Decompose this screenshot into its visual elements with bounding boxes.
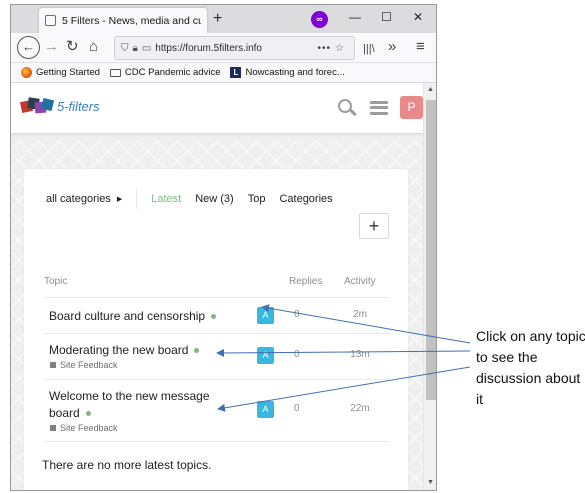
shield-icon[interactable]: ⛉ [121,43,129,54]
topic-list-card: all categories ▶ Latest New (3) Top Cate… [24,169,408,490]
tab-strip: 5 Filters - News, media and cu + ∞ — ☐ ✕ [11,5,436,33]
logo-wordmark: 5-filters [57,98,100,114]
table-row[interactable]: Welcome to the new message board Site Fe… [44,380,390,442]
table-row[interactable]: Moderating the new board Site Feedback A… [44,334,390,380]
logo-tiles-icon [19,96,55,116]
bookmark-label: Nowcasting and forec... [245,67,345,78]
scroll-up-icon[interactable]: ▲ [427,86,434,93]
bookmark-label: CDC Pandemic advice [124,67,221,78]
topic-title-text[interactable]: Board culture and censorship [49,309,205,323]
reload-button[interactable]: ↻ [66,37,79,57]
address-bar[interactable]: ⛉ 🔒︎ ▭ https://forum.5filters.info ••• ☆ [114,36,355,60]
folder-icon [109,68,121,77]
category-badge[interactable]: Site Feedback [50,360,118,370]
topic-title-link[interactable]: Welcome to the new message board [49,388,227,422]
page-actions-button[interactable]: ••• [318,43,332,54]
page-content: 5-filters P all categories ▶ Latest New … [11,83,423,490]
scrollbar-thumb[interactable] [426,100,436,400]
private-browsing-icon: ∞ [311,11,328,28]
bookmarks-toolbar: Getting Started CDC Pandemic advice L No… [11,63,436,83]
permissions-icon[interactable]: ▭ [142,43,151,54]
topic-title-link[interactable]: Board culture and censorship [49,308,217,325]
lock-icon[interactable]: 🔒︎ [133,43,138,54]
user-avatar[interactable]: P [400,96,423,119]
library-button[interactable]: |||\ [363,39,375,59]
category-color-icon [50,362,56,368]
search-icon[interactable] [338,98,357,117]
minimize-button[interactable]: — [349,10,361,24]
category-dropdown[interactable]: all categories ▶ [46,189,138,209]
bookmark-label: Getting Started [36,67,100,78]
scroll-down-icon[interactable]: ▼ [427,479,434,486]
firefox-icon [21,67,32,78]
table-row[interactable]: Board culture and censorship A 0 2m [44,298,390,334]
tab-top[interactable]: Top [248,193,266,205]
close-window-button[interactable]: ✕ [413,10,423,24]
tab-categories[interactable]: Categories [279,193,332,205]
activity-time[interactable]: 22m [342,403,378,414]
no-more-topics-message: There are no more latest topics. [42,458,212,472]
browser-tab[interactable]: 5 Filters - News, media and cu [39,8,207,33]
category-color-icon [50,425,56,431]
bookmark-getting-started[interactable]: Getting Started [21,67,100,78]
app-menu-button[interactable]: ≡ [416,37,425,57]
category-label: Site Feedback [60,360,118,370]
unread-dot-icon [194,348,200,354]
category-label: Site Feedback [60,423,118,433]
site-header: 5-filters P [11,83,423,133]
table-header: Topic Replies Activity [44,274,390,298]
activity-time[interactable]: 2m [342,309,378,320]
poster-avatar[interactable]: A [257,307,274,324]
page-favicon-icon [45,15,56,26]
header-topic[interactable]: Topic [44,276,67,287]
bookmark-star-icon[interactable]: ☆ [335,43,344,54]
poster-avatar[interactable]: A [257,401,274,418]
url-text[interactable]: https://forum.5filters.info [155,43,317,54]
caret-right-icon: ▶ [116,196,123,203]
topic-title-text[interactable]: Moderating the new board [49,343,188,357]
replies-count: 0 [294,309,300,320]
poster-avatar[interactable]: A [257,347,274,364]
back-button[interactable]: ← [17,36,40,59]
hamburger-menu-icon[interactable] [370,100,388,115]
replies-count: 0 [294,403,300,414]
bookmark-cdc-pandemic-advice[interactable]: CDC Pandemic advice [109,67,221,78]
unread-dot-icon [85,411,91,417]
header-icons: P [338,96,423,119]
topic-title-link[interactable]: Moderating the new board [49,342,200,359]
header-activity[interactable]: Activity [344,276,376,287]
category-badge[interactable]: Site Feedback [50,423,118,433]
overflow-button[interactable]: » [388,37,396,57]
annotation-callout: Click on any topic to see the discussion… [476,328,585,407]
bookmark-nowcasting[interactable]: L Nowcasting and forec... [230,67,345,78]
create-topic-button[interactable]: + [359,213,389,239]
navigation-pills: all categories ▶ Latest New (3) Top Cate… [46,189,333,209]
vertical-scrollbar[interactable]: ▲ ▼ [423,83,436,490]
unread-dot-icon [211,314,217,320]
tab-latest[interactable]: Latest [151,193,181,205]
activity-time[interactable]: 13m [342,349,378,360]
tab-title: 5 Filters - News, media and cu [62,14,201,27]
header-replies[interactable]: Replies [289,276,322,287]
navigation-toolbar: ← → ↻ ⌂ ⛉ 🔒︎ ▭ https://forum.5filters.in… [11,33,436,63]
replies-count: 0 [294,349,300,360]
category-dropdown-label: all categories [46,193,111,205]
topic-title-text[interactable]: Welcome to the new message board [49,389,210,420]
tab-new[interactable]: New (3) [195,193,234,205]
new-tab-button[interactable]: + [213,10,222,28]
home-button[interactable]: ⌂ [89,37,98,57]
l-logo-icon: L [230,67,242,78]
forward-button[interactable]: → [44,37,59,57]
maximize-button[interactable]: ☐ [381,10,392,24]
browser-window: 5 Filters - News, media and cu + ∞ — ☐ ✕… [10,4,437,491]
site-logo[interactable]: 5-filters [19,96,100,116]
